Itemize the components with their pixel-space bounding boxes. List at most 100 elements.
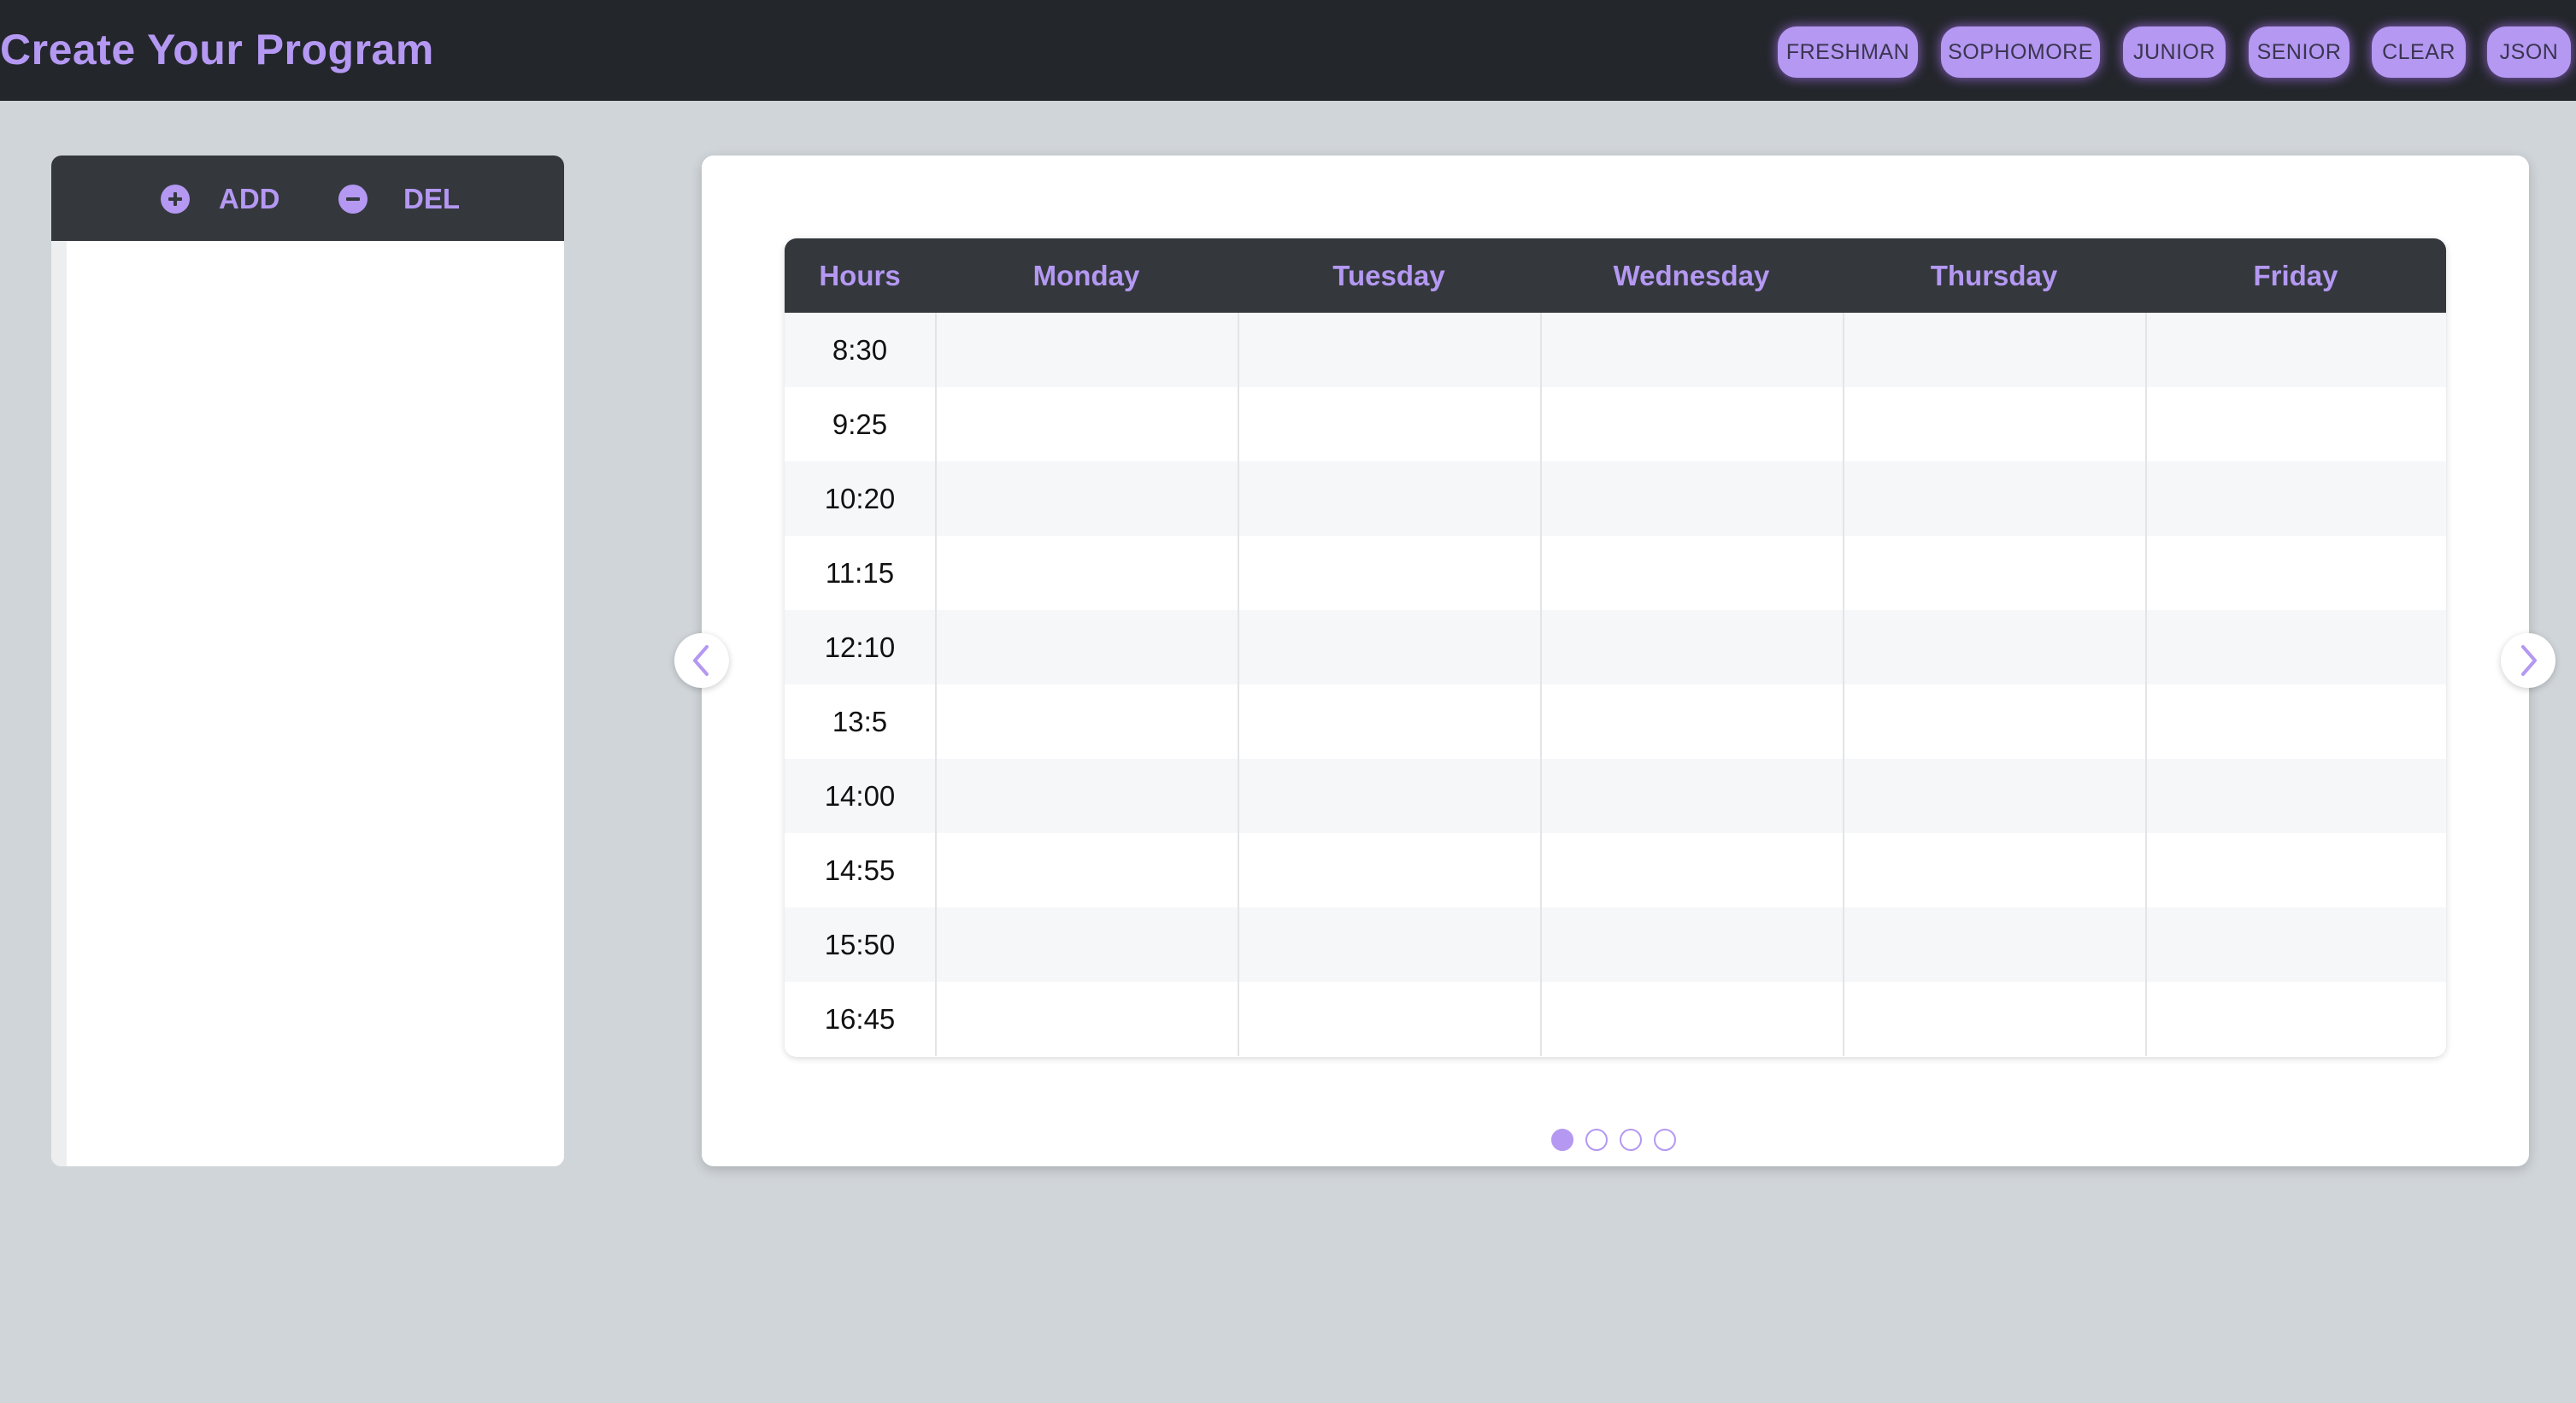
hour-label: 10:20 <box>824 483 896 514</box>
json-button[interactable]: JSON <box>2487 26 2571 78</box>
slot-cell[interactable] <box>2145 536 2446 610</box>
hour-label: 12:10 <box>824 631 896 663</box>
slot-cell[interactable] <box>1843 684 2145 759</box>
friday-column-header: Friday <box>2253 260 2338 291</box>
slot-cell[interactable] <box>1540 536 1843 610</box>
slot-cell[interactable] <box>1843 907 2145 982</box>
timetable: Hours Monday Tuesday Wednesday Thursday … <box>785 238 2446 1057</box>
monday-column-header: Monday <box>1032 260 1140 291</box>
plus-circle-icon <box>161 185 190 214</box>
slot-cell[interactable] <box>935 610 1238 684</box>
slot-cell[interactable] <box>1540 684 1843 759</box>
slot-cell[interactable] <box>935 313 1238 387</box>
page-dot[interactable] <box>1551 1129 1573 1151</box>
slot-cell[interactable] <box>1540 313 1843 387</box>
hour-label: 15:50 <box>824 929 896 960</box>
slot-cell[interactable] <box>2145 833 2446 907</box>
slot-cell[interactable] <box>1238 536 1540 610</box>
slot-cell[interactable] <box>1238 313 1540 387</box>
slot-cell[interactable] <box>1540 982 1843 1056</box>
slot-cell[interactable] <box>1843 313 2145 387</box>
minus-circle-icon <box>338 185 368 214</box>
slot-cell[interactable] <box>1843 982 2145 1056</box>
slot-cell[interactable] <box>1540 907 1843 982</box>
slot-cell[interactable] <box>2145 759 2446 833</box>
slot-cell[interactable] <box>1238 982 1540 1056</box>
slot-cell[interactable] <box>1843 833 2145 907</box>
next-page-button[interactable] <box>2501 633 2555 688</box>
slot-cell[interactable] <box>1238 684 1540 759</box>
timetable-header-row: Hours Monday Tuesday Wednesday Thursday … <box>785 238 2446 313</box>
slot-cell[interactable] <box>1540 610 1843 684</box>
hour-label: 9:25 <box>832 408 888 440</box>
slot-cell[interactable] <box>935 907 1238 982</box>
senior-button[interactable]: SENIOR <box>2249 26 2350 78</box>
course-panel: ADD DEL <box>51 156 564 1166</box>
tuesday-column-header: Tuesday <box>1332 260 1445 291</box>
page-dot[interactable] <box>1585 1129 1608 1151</box>
sophomore-button[interactable]: SOPHOMORE <box>1941 26 2100 78</box>
course-panel-header: ADD DEL <box>51 156 564 241</box>
wednesday-column-header: Wednesday <box>1613 260 1770 291</box>
thursday-column-header: Thursday <box>1930 260 2058 291</box>
del-button-label: DEL <box>403 183 460 214</box>
slot-cell[interactable] <box>1540 833 1843 907</box>
chevron-right-icon <box>2521 645 2537 676</box>
timetable-row: 13:5 <box>785 684 2446 759</box>
slot-cell[interactable] <box>1238 610 1540 684</box>
slot-cell[interactable] <box>935 461 1238 536</box>
hour-label: 8:30 <box>832 334 888 366</box>
timetable-row: 14:55 <box>785 833 2446 907</box>
timetable-row: 16:45 <box>785 982 2446 1056</box>
slot-cell[interactable] <box>2145 387 2446 461</box>
junior-button[interactable]: JUNIOR <box>2123 26 2226 78</box>
slot-cell[interactable] <box>2145 610 2446 684</box>
timetable-row: 11:15 <box>785 536 2446 610</box>
hours-column-header: Hours <box>819 260 901 291</box>
slot-cell[interactable] <box>935 982 1238 1056</box>
slot-cell[interactable] <box>1238 759 1540 833</box>
slot-cell[interactable] <box>1843 461 2145 536</box>
chevron-left-icon <box>693 645 709 676</box>
slot-cell[interactable] <box>1540 759 1843 833</box>
hour-label: 13:5 <box>832 706 888 737</box>
slot-cell[interactable] <box>2145 907 2446 982</box>
slot-cell[interactable] <box>1238 907 1540 982</box>
hour-label: 14:55 <box>824 854 896 886</box>
timetable-row: 9:25 <box>785 387 2446 461</box>
slot-cell[interactable] <box>935 684 1238 759</box>
page-dot[interactable] <box>1620 1129 1642 1151</box>
slot-cell[interactable] <box>1843 759 2145 833</box>
slot-cell[interactable] <box>1238 387 1540 461</box>
slot-cell[interactable] <box>935 759 1238 833</box>
slot-cell[interactable] <box>2145 982 2446 1056</box>
page-dot[interactable] <box>1654 1129 1676 1151</box>
timetable-row: 15:50 <box>785 907 2446 982</box>
slot-cell[interactable] <box>1843 387 2145 461</box>
clear-button[interactable]: CLEAR <box>2372 26 2466 78</box>
timetable-row: 8:30 <box>785 313 2446 387</box>
course-list-scrollbar[interactable] <box>51 241 67 1166</box>
course-list[interactable] <box>51 241 564 1166</box>
add-course-button[interactable]: ADD <box>161 179 280 219</box>
slot-cell[interactable] <box>1540 387 1843 461</box>
slot-cell[interactable] <box>935 833 1238 907</box>
slot-cell[interactable] <box>935 387 1238 461</box>
timetable-row: 10:20 <box>785 461 2446 536</box>
slot-cell[interactable] <box>1540 461 1843 536</box>
freshman-button[interactable]: FRESHMAN <box>1778 26 1918 78</box>
timetable-row: 12:10 <box>785 610 2446 684</box>
slot-cell[interactable] <box>2145 313 2446 387</box>
delete-course-button[interactable]: DEL <box>338 179 460 219</box>
slot-cell[interactable] <box>2145 684 2446 759</box>
slot-cell[interactable] <box>2145 461 2446 536</box>
slot-cell[interactable] <box>1843 610 2145 684</box>
hour-label: 14:00 <box>824 780 896 812</box>
schedule-card: Hours Monday Tuesday Wednesday Thursday … <box>702 156 2529 1166</box>
slot-cell[interactable] <box>1238 833 1540 907</box>
slot-cell[interactable] <box>1238 461 1540 536</box>
slot-cell[interactable] <box>1843 536 2145 610</box>
previous-page-button[interactable] <box>674 633 729 688</box>
slot-cell[interactable] <box>935 536 1238 610</box>
hour-label: 16:45 <box>824 1003 896 1035</box>
